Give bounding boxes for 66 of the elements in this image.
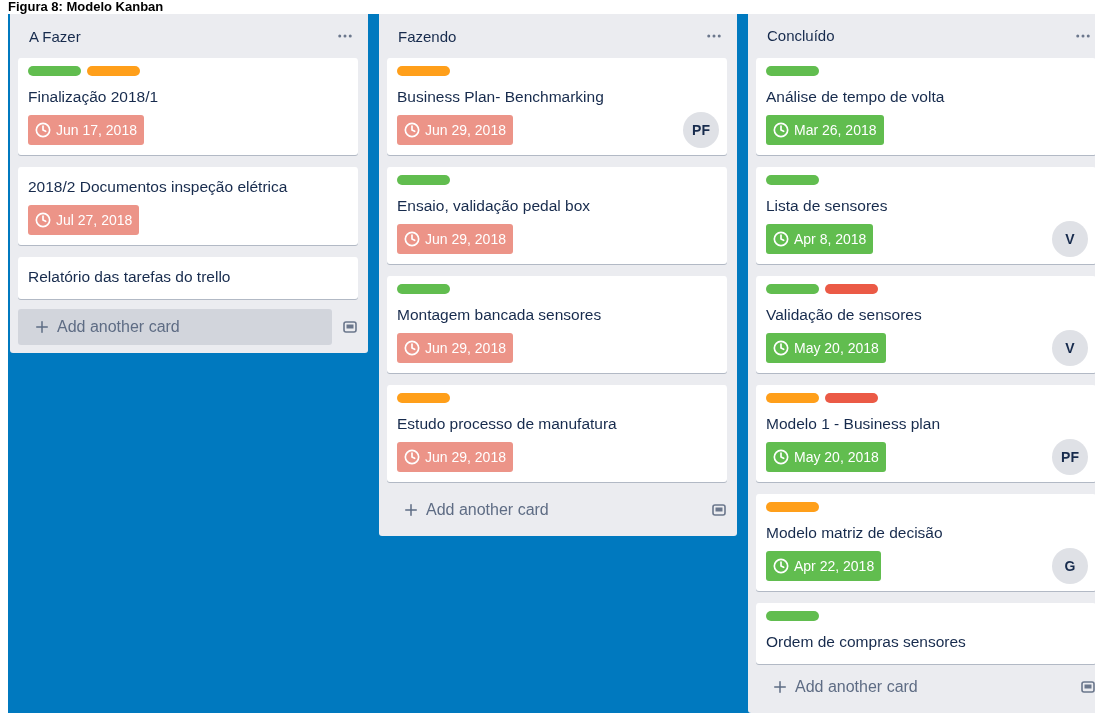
card-title: Lista de sensores: [766, 195, 889, 216]
clock-icon: [773, 448, 789, 465]
task-card[interactable]: Ordem de compras sensores: [756, 602, 1095, 664]
due-date-badge: May 20, 2018: [766, 332, 886, 363]
task-card[interactable]: Modelo 1 - Business plan May 20, 2018 PF: [756, 384, 1095, 482]
plus-icon: [771, 678, 789, 696]
clock-icon: [773, 121, 789, 138]
due-date-badge: Jun 29, 2018: [397, 115, 513, 145]
member-avatar[interactable]: PF: [1052, 438, 1088, 475]
card-title: Ensaio, validação pedal box: [397, 196, 592, 216]
due-date-badge: Jun 17, 2018: [28, 115, 144, 145]
task-card[interactable]: Finalização 2018/1 Jun 17, 2018: [18, 58, 358, 155]
due-date-badge: Jul 27, 2018: [28, 205, 140, 235]
task-card[interactable]: Business Plan- Benchmarking Jun 29, 2018 PF: [387, 58, 727, 155]
list-title[interactable]: Concluído: [767, 27, 835, 45]
card-title: Modelo matriz de decisão: [766, 522, 944, 543]
due-date-badge: Jun 29, 2018: [397, 442, 513, 472]
plus-icon: [33, 318, 51, 336]
clock-icon: [35, 122, 51, 138]
task-card[interactable]: Ensaio, validação pedal box Jun 29, 2018: [387, 167, 727, 264]
task-card[interactable]: Montagem bancada sensores Jun 29, 2018: [387, 276, 727, 373]
due-date-badge: Jun 29, 2018: [397, 224, 513, 254]
member-avatar[interactable]: V: [1052, 220, 1088, 257]
plus-icon: [402, 501, 420, 519]
task-card[interactable]: Relatório das tarefas do trello: [18, 257, 358, 299]
list-title[interactable]: Fazendo: [398, 27, 457, 45]
card-title: Análise de tempo de volta: [766, 86, 946, 107]
task-card[interactable]: Modelo matriz de decisão Apr 22, 2018 G: [756, 493, 1095, 591]
member-avatar[interactable]: G: [1052, 547, 1088, 584]
task-card[interactable]: Análise de tempo de volta Mar 26, 2018: [756, 57, 1095, 155]
due-date-badge: May 20, 2018: [766, 441, 886, 472]
add-card-button[interactable]: Add another card: [756, 669, 1070, 705]
clock-icon: [773, 230, 789, 247]
clock-icon: [404, 449, 420, 465]
card-title: Business Plan- Benchmarking: [397, 87, 605, 107]
card-template-icon[interactable]: [342, 319, 358, 335]
figure-caption: Figura 8: Modelo Kanban: [7, 0, 165, 14]
card-title: 2018/2 Documentos inspeção elétrica: [28, 177, 289, 197]
member-avatar[interactable]: PF: [683, 112, 719, 148]
clock-icon: [35, 212, 51, 228]
card-title: Finalização 2018/1: [28, 87, 160, 107]
task-card[interactable]: Estudo processo de manufatura Jun 29, 2018: [387, 385, 727, 482]
add-card-button[interactable]: Add another card: [18, 309, 332, 345]
member-avatar[interactable]: V: [1052, 329, 1088, 366]
card-title: Estudo processo de manufatura: [397, 414, 618, 434]
due-date-badge: Mar 26, 2018: [766, 114, 884, 145]
task-card[interactable]: Lista de sensores Apr 8, 2018 V: [756, 166, 1095, 264]
clock-icon: [404, 340, 420, 356]
task-card[interactable]: 2018/2 Documentos inspeção elétrica Jul 27, 2018: [18, 167, 358, 245]
clock-icon: [404, 122, 420, 138]
clock-icon: [773, 339, 789, 356]
list-title[interactable]: A Fazer: [29, 27, 81, 45]
due-date-badge: Apr 22, 2018: [766, 550, 882, 581]
clock-icon: [404, 231, 420, 247]
card-title: Ordem de compras sensores: [766, 631, 967, 652]
card-title: Montagem bancada sensores: [397, 305, 603, 325]
clock-icon: [773, 557, 789, 574]
card-title: Validação de sensores: [766, 304, 923, 325]
task-card[interactable]: Validação de sensores May 20, 2018 V: [756, 275, 1095, 373]
add-card-button[interactable]: Add another card: [387, 492, 701, 528]
card-template-icon[interactable]: [1080, 679, 1095, 695]
card-template-icon[interactable]: [711, 502, 727, 518]
due-date-badge: Apr 8, 2018: [766, 223, 874, 254]
card-title: Modelo 1 - Business plan: [766, 413, 942, 434]
card-title: Relatório das tarefas do trello: [28, 267, 232, 287]
due-date-badge: Jun 29, 2018: [397, 333, 513, 363]
